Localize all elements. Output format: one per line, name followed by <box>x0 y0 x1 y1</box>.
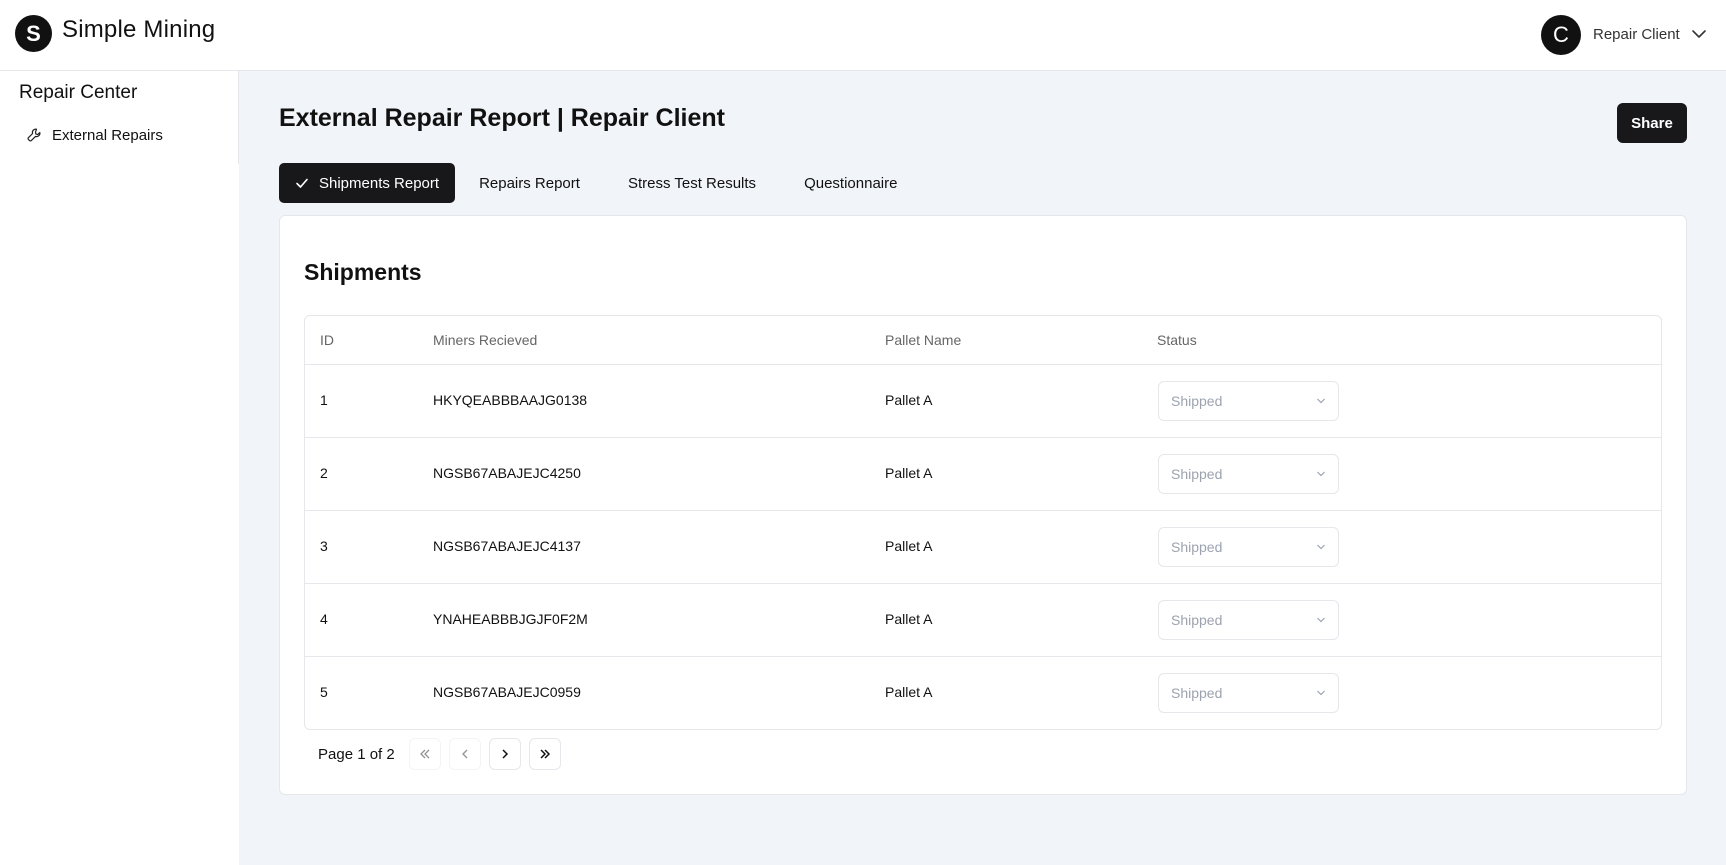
cell-id: 3 <box>320 538 328 554</box>
chevrons-left-icon <box>419 749 430 759</box>
top-bar: S Simple Mining C Repair Client <box>0 0 1726 71</box>
chevron-down-icon <box>1317 617 1325 623</box>
brand-name[interactable]: Simple Mining <box>62 16 215 44</box>
page-indicator: Page 1 of 2 <box>318 745 395 763</box>
tab-label: Questionnaire <box>804 174 898 192</box>
column-header-pallet: Pallet Name <box>885 332 962 348</box>
column-header-status: Status <box>1157 332 1197 348</box>
cell-id: 1 <box>320 392 328 408</box>
table-row: 3 NGSB67ABAJEJC4137 Pallet A Shipped <box>305 511 1661 584</box>
cell-miner: HKYQEABBBAAJG0138 <box>433 392 588 408</box>
tab-questionnaire[interactable]: Questionnaire <box>780 163 921 203</box>
wrench-icon <box>27 128 41 142</box>
cell-miner: NGSB67ABAJEJC0959 <box>433 684 581 700</box>
sidebar-item-label: External Repairs <box>52 126 163 144</box>
tab-label: Stress Test Results <box>627 174 757 192</box>
cell-pallet: Pallet A <box>885 465 933 481</box>
cell-miner: YNAHEABBBJGJF0F2M <box>433 611 588 627</box>
table-header: ID Miners Recieved Pallet Name Status <box>305 316 1661 365</box>
chevron-right-icon <box>502 749 508 759</box>
cell-id: 5 <box>320 684 328 700</box>
first-page-button[interactable] <box>408 738 441 770</box>
user-name[interactable]: Repair Client <box>1593 26 1680 43</box>
cell-pallet: Pallet A <box>885 392 933 408</box>
sidebar-item-external-repairs[interactable]: External Repairs <box>26 124 163 146</box>
chevron-down-icon <box>1317 398 1325 404</box>
last-page-button[interactable] <box>528 738 561 770</box>
brand-logo[interactable]: S <box>15 15 52 52</box>
column-header-id: ID <box>320 332 334 348</box>
section-title: Shipments <box>304 259 422 285</box>
sidebar-title: Repair Center <box>19 82 138 103</box>
chevron-down-icon <box>1317 544 1325 550</box>
previous-page-button[interactable] <box>448 738 481 770</box>
chevron-down-icon <box>1317 471 1325 477</box>
cell-miner: NGSB67ABAJEJC4250 <box>433 465 581 481</box>
status-select[interactable]: Shipped <box>1158 527 1339 567</box>
share-button[interactable]: Share <box>1617 103 1687 143</box>
status-value: Shipped <box>1171 393 1223 409</box>
shipments-table: ID Miners Recieved Pallet Name Status 1 … <box>304 315 1662 730</box>
status-value: Shipped <box>1171 466 1223 482</box>
report-tabs: Shipments Report Repairs Report Stress T… <box>279 163 921 203</box>
table-row: 4 YNAHEABBBJGJF0F2M Pallet A Shipped <box>305 584 1661 657</box>
cell-pallet: Pallet A <box>885 684 933 700</box>
user-avatar[interactable]: C <box>1541 15 1581 55</box>
cell-pallet: Pallet A <box>885 538 933 554</box>
sidebar <box>0 71 239 865</box>
cell-miner: NGSB67ABAJEJC4137 <box>433 538 581 554</box>
cell-pallet: Pallet A <box>885 611 933 627</box>
check-icon <box>296 178 308 188</box>
status-value: Shipped <box>1171 685 1223 701</box>
table-row: 5 NGSB67ABAJEJC0959 Pallet A Shipped <box>305 657 1661 729</box>
status-select[interactable]: Shipped <box>1158 673 1339 713</box>
status-value: Shipped <box>1171 612 1223 628</box>
page-title: External Repair Report | Repair Client <box>279 104 725 132</box>
tab-repairs-report[interactable]: Repairs Report <box>455 163 604 203</box>
table-row: 1 HKYQEABBBAAJG0138 Pallet A Shipped <box>305 365 1661 438</box>
pagination: Page 1 of 2 <box>318 738 569 770</box>
tab-label: Repairs Report <box>479 174 580 192</box>
chevron-down-icon <box>1317 690 1325 696</box>
chevron-left-icon <box>461 749 468 759</box>
shipments-card: Shipments ID Miners Recieved Pallet Name… <box>279 215 1687 795</box>
tab-stress-test-results[interactable]: Stress Test Results <box>604 163 780 203</box>
tab-label: Shipments Report <box>319 174 440 192</box>
chevrons-right-icon <box>540 749 550 759</box>
tab-shipments-report[interactable]: Shipments Report <box>279 163 456 203</box>
column-header-miners: Miners Recieved <box>433 332 538 348</box>
status-select[interactable]: Shipped <box>1158 381 1339 421</box>
next-page-button[interactable] <box>488 738 521 770</box>
chevron-down-icon[interactable] <box>1691 28 1707 40</box>
cell-id: 2 <box>320 465 328 481</box>
status-select[interactable]: Shipped <box>1158 454 1339 494</box>
cell-id: 4 <box>320 611 328 627</box>
status-select[interactable]: Shipped <box>1158 600 1339 640</box>
table-row: 2 NGSB67ABAJEJC4250 Pallet A Shipped <box>305 438 1661 511</box>
status-value: Shipped <box>1171 539 1223 555</box>
